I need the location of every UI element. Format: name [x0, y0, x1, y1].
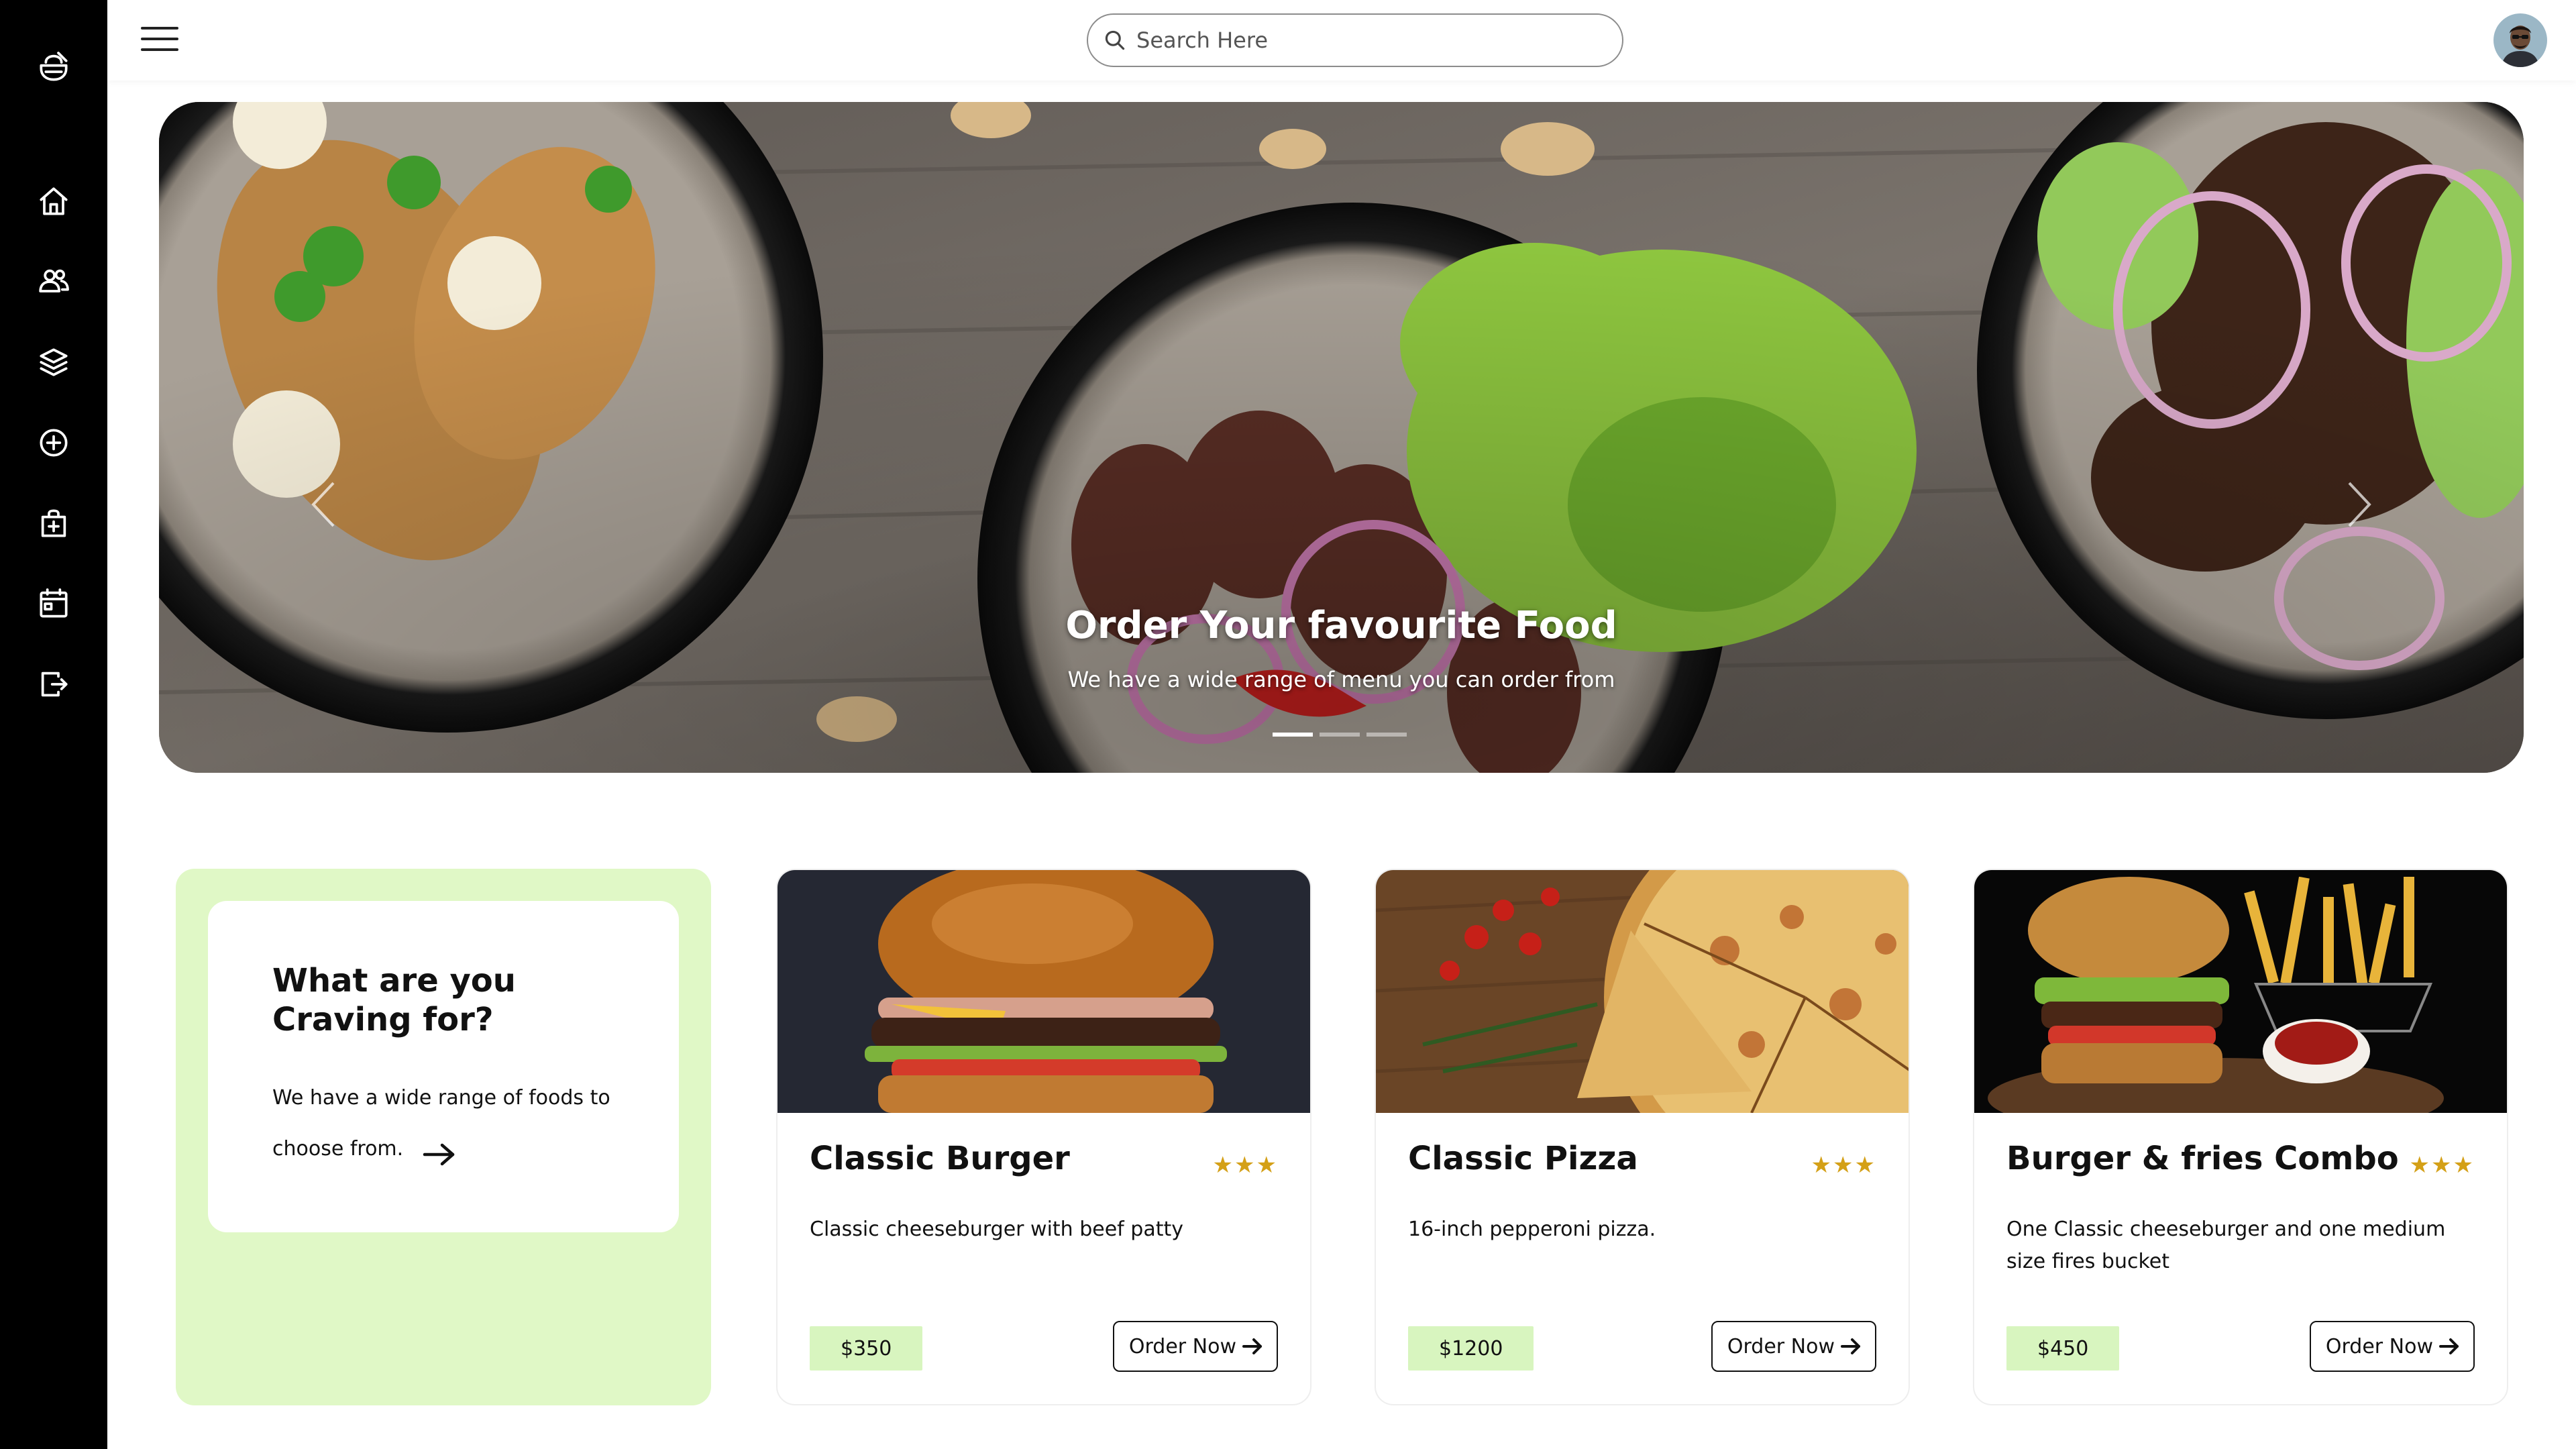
- hero-subtitle: We have a wide range of menu you can ord…: [1067, 667, 1615, 692]
- carousel-indicators: [1273, 733, 1407, 737]
- craving-inner-card: What are you Craving for? We have a wide…: [208, 901, 679, 1232]
- rating-stars-icon: ★★★: [1212, 1152, 1278, 1179]
- plus-circle-icon[interactable]: [34, 423, 74, 463]
- arrow-right-icon[interactable]: [422, 1136, 457, 1165]
- topbar: [107, 0, 2576, 80]
- product-description: One Classic cheeseburger and one medium …: [2006, 1218, 2446, 1273]
- calendar-icon[interactable]: [34, 584, 74, 624]
- product-name: Classic Pizza: [1408, 1140, 1638, 1177]
- layers-icon[interactable]: [34, 342, 74, 382]
- bag-add-icon[interactable]: [34, 503, 74, 543]
- carousel-dot[interactable]: [1273, 733, 1313, 737]
- craving-text: We have a wide range of foods to choose …: [272, 1073, 614, 1175]
- product-image-pizza: [1376, 870, 1909, 1113]
- hero-title: Order Your favourite Food: [1065, 604, 1617, 647]
- product-card: Classic Burger ★★★ Classic cheeseburger …: [776, 869, 1311, 1405]
- avatar[interactable]: [2493, 13, 2547, 67]
- product-image-combo: [1974, 870, 2507, 1113]
- product-image-burger: [777, 870, 1310, 1113]
- craving-title: What are you Craving for?: [272, 962, 516, 1038]
- order-now-button[interactable]: Order Now: [1112, 1321, 1278, 1372]
- carousel-next-button[interactable]: [2343, 478, 2376, 531]
- price-badge: $350: [810, 1326, 923, 1371]
- arrow-right-icon: [1841, 1338, 1860, 1354]
- product-description: Classic cheeseburger with beef patty: [810, 1218, 1183, 1241]
- arrow-right-icon: [1242, 1338, 1262, 1354]
- craving-card: What are you Craving for? We have a wide…: [176, 869, 711, 1405]
- order-now-label: Order Now: [1128, 1334, 1236, 1358]
- logout-icon[interactable]: [34, 664, 74, 704]
- product-card: Burger & fries Combo ★★★ One Classic che…: [1973, 869, 2508, 1405]
- arrow-right-icon: [2439, 1338, 2459, 1354]
- home-icon[interactable]: [34, 181, 74, 221]
- sidebar: [0, 0, 107, 1449]
- carousel-prev-button[interactable]: [307, 478, 340, 531]
- rating-stars-icon: ★★★: [2409, 1152, 2475, 1179]
- search-icon: [1105, 30, 1125, 50]
- search-bar[interactable]: [1087, 13, 1623, 67]
- search-input[interactable]: [1136, 28, 1593, 53]
- menu-toggle-icon[interactable]: [141, 24, 178, 54]
- rating-stars-icon: ★★★: [1811, 1152, 1876, 1179]
- product-description: 16-inch pepperoni pizza.: [1408, 1218, 1656, 1241]
- order-now-label: Order Now: [2325, 1334, 2433, 1358]
- product-card: Classic Pizza ★★★ 16-inch pepperoni pizz…: [1375, 869, 1910, 1405]
- product-name: Burger & fries Combo: [2006, 1140, 2399, 1177]
- food-logo-icon[interactable]: [34, 47, 74, 87]
- carousel-dot[interactable]: [1320, 733, 1360, 737]
- order-now-button[interactable]: Order Now: [1711, 1321, 1876, 1372]
- price-badge: $1200: [1408, 1326, 1534, 1371]
- price-badge: $450: [2006, 1326, 2120, 1371]
- order-now-label: Order Now: [1727, 1334, 1835, 1358]
- hero-carousel[interactable]: Order Your favourite Food We have a wide…: [159, 102, 2524, 773]
- order-now-button[interactable]: Order Now: [2309, 1321, 2475, 1372]
- product-name: Classic Burger: [810, 1140, 1070, 1177]
- users-icon[interactable]: [34, 262, 74, 302]
- carousel-dot[interactable]: [1366, 733, 1407, 737]
